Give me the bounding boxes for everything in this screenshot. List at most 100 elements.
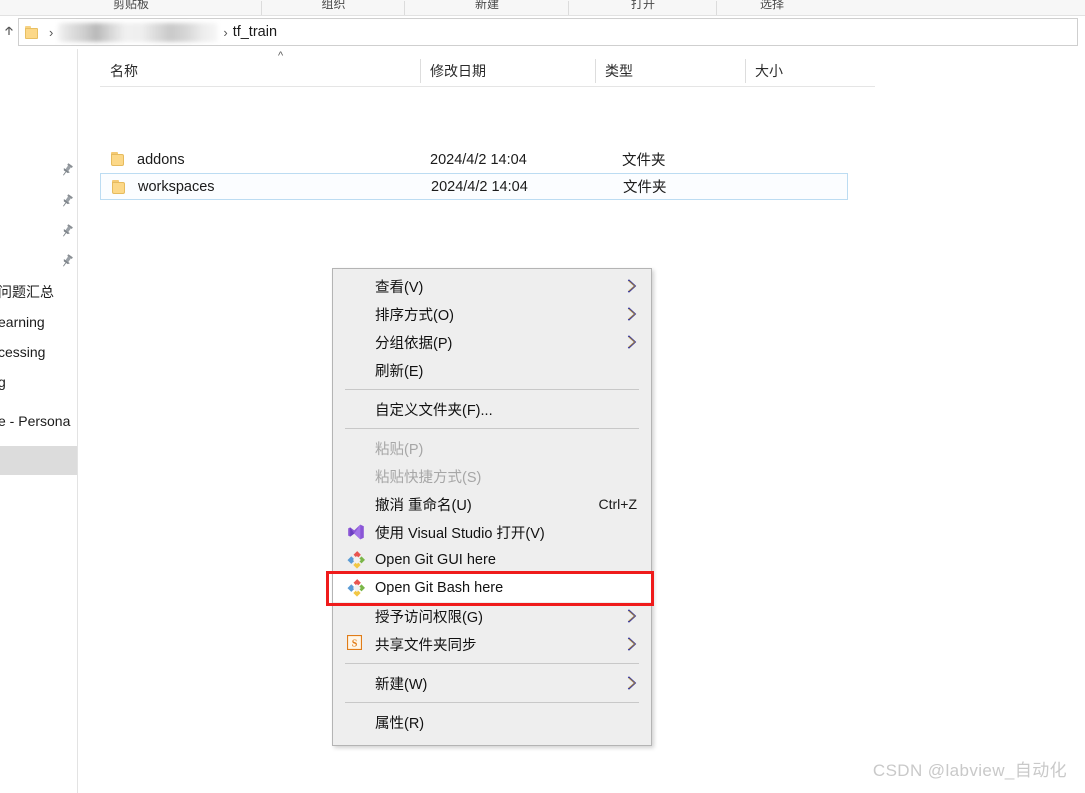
file-type-cell: 文件夹 bbox=[622, 153, 666, 169]
pin-icon-1[interactable] bbox=[59, 162, 75, 178]
context-menu[interactable]: 查看(V) 排序方式(O) 分组依据(P) 刷新(E) 自定义文件夹(F)... 粘贴(P… bbox=[326, 268, 654, 746]
navigation-pane: 问题汇总 earning cessing g e - Persona bbox=[0, 49, 78, 793]
column-divider[interactable] bbox=[595, 59, 596, 83]
file-date-cell: 2024/4/2 14:04 bbox=[430, 151, 527, 168]
menu-item-排序方式-o[interactable]: 排序方式(O) bbox=[333, 300, 651, 328]
menu-item-label: 共享文件夹同步 bbox=[375, 637, 477, 654]
breadcrumb-separator-1: › bbox=[49, 24, 54, 40]
ribbon-group-4[interactable]: 打开 bbox=[569, 0, 717, 15]
ribbon-group-1[interactable]: 剪贴板 bbox=[0, 0, 262, 15]
breadcrumb[interactable]: › › tf_train bbox=[18, 18, 1078, 46]
nav-selected-block bbox=[0, 446, 77, 475]
chevron-right-icon bbox=[627, 279, 637, 293]
menu-item-刷新-e[interactable]: 刷新(E) bbox=[333, 356, 651, 384]
breadcrumb-separator-2: › bbox=[223, 24, 228, 40]
chevron-right-icon bbox=[627, 637, 637, 651]
column-header-3[interactable]: 类型 bbox=[595, 55, 745, 87]
up-arrow-icon[interactable] bbox=[0, 25, 18, 40]
menu-separator bbox=[345, 428, 639, 429]
chevron-right-icon bbox=[627, 676, 637, 690]
ribbon-group-5[interactable]: 选择 bbox=[717, 0, 827, 15]
visual-studio-icon bbox=[347, 523, 365, 541]
pin-icon-2[interactable] bbox=[59, 193, 75, 209]
column-divider[interactable] bbox=[745, 59, 746, 83]
menu-item-粘贴快捷方式-s: 粘贴快捷方式(S) bbox=[333, 462, 651, 490]
ribbon-group-3[interactable]: 新建 bbox=[405, 0, 569, 15]
breadcrumb-current-folder[interactable]: tf_train bbox=[233, 24, 277, 40]
folder-icon bbox=[25, 25, 40, 39]
file-date-cell: 2024/4/2 14:04 bbox=[431, 178, 528, 195]
menu-item-查看-v[interactable]: 查看(V) bbox=[333, 272, 651, 300]
menu-item-label: 新建(W) bbox=[375, 676, 428, 693]
file-type-cell: 文件夹 bbox=[623, 180, 667, 196]
ribbon-group-label: 打开 bbox=[630, 0, 655, 11]
sidebar-item-label: 问题汇总 bbox=[0, 284, 54, 300]
menu-item-粘贴-p: 粘贴(P) bbox=[333, 434, 651, 462]
git-icon bbox=[347, 579, 365, 597]
menu-separator bbox=[345, 389, 639, 390]
column-header-row: ^ 名称 修改日期 类型 大小 bbox=[100, 50, 875, 87]
sidebar-item-4[interactable]: g bbox=[0, 370, 77, 394]
menu-item-分组依据-p[interactable]: 分组依据(P) bbox=[333, 328, 651, 356]
ribbon-group-label: 新建 bbox=[474, 0, 499, 11]
menu-item-label: 粘贴快捷方式(S) bbox=[375, 469, 482, 486]
watermark-text: CSDN @labview_自动化 bbox=[872, 761, 1067, 780]
menu-item-属性-r[interactable]: 属性(R) bbox=[333, 708, 651, 736]
column-header-2[interactable]: 修改日期 bbox=[420, 55, 595, 87]
table-row[interactable]: addons 2024/4/2 14:04 文件夹 bbox=[100, 146, 848, 173]
menu-item-共享文件夹同步[interactable]: S 共享文件夹同步 bbox=[333, 630, 651, 658]
column-header-1[interactable]: 名称 bbox=[100, 55, 420, 87]
breadcrumb-redacted-path[interactable] bbox=[58, 22, 219, 42]
address-bar: › › tf_train bbox=[0, 16, 1085, 49]
folder-icon bbox=[111, 180, 127, 194]
menu-separator bbox=[345, 663, 639, 664]
menu-item-shortcut: Ctrl+Z bbox=[598, 496, 638, 512]
menu-item-自定义文件夹-f[interactable]: 自定义文件夹(F)... bbox=[333, 395, 651, 423]
menu-item-label: 属性(R) bbox=[375, 715, 425, 732]
column-header-4[interactable]: 大小 bbox=[745, 55, 875, 87]
sidebar-item-label: g bbox=[0, 374, 6, 390]
chevron-right-icon bbox=[627, 307, 637, 321]
pin-icon-3[interactable] bbox=[59, 223, 75, 239]
menu-item-label: 排序方式(O) bbox=[375, 307, 454, 324]
chevron-right-icon bbox=[627, 335, 637, 349]
column-divider[interactable] bbox=[420, 59, 421, 83]
column-header-label: 修改日期 bbox=[430, 63, 486, 79]
git-icon bbox=[347, 551, 365, 569]
menu-item-撤消-重命名-u[interactable]: 撤消 重命名(U) Ctrl+Z bbox=[333, 490, 651, 518]
menu-item-label: Open Git GUI here bbox=[375, 552, 496, 568]
menu-item-label: 撤消 重命名(U) bbox=[375, 497, 472, 514]
sidebar-item-label: earning bbox=[0, 314, 45, 330]
ribbon-group-label: 选择 bbox=[759, 0, 784, 11]
file-explorer-window: 剪贴板 组织 新建 打开 选择 › › tf_train 问题汇总 earning cess… bbox=[0, 0, 1085, 793]
file-name-cell: workspaces bbox=[138, 178, 215, 195]
menu-item-授予访问权限-g[interactable]: 授予访问权限(G) bbox=[333, 602, 651, 630]
table-row[interactable]: workspaces 2024/4/2 14:04 文件夹 bbox=[100, 173, 848, 200]
sidebar-item-1[interactable]: 问题汇总 bbox=[0, 280, 77, 304]
ribbon-group-label: 组织 bbox=[321, 0, 346, 11]
ribbon-group-label: 剪贴板 bbox=[112, 0, 149, 11]
menu-item-label: 粘贴(P) bbox=[375, 441, 424, 458]
chevron-right-icon bbox=[627, 609, 637, 623]
menu-item-label: 刷新(E) bbox=[375, 363, 424, 380]
sidebar-item-5[interactable]: e - Persona bbox=[0, 409, 77, 433]
ribbon-group-2[interactable]: 组织 bbox=[262, 0, 405, 15]
menu-item-open-git-gui-here[interactable]: Open Git GUI here bbox=[333, 546, 651, 574]
sidebar-item-3[interactable]: cessing bbox=[0, 340, 77, 364]
svg-text:S: S bbox=[352, 638, 358, 649]
menu-item-label: 使用 Visual Studio 打开(V) bbox=[375, 525, 545, 542]
column-header-label: 名称 bbox=[110, 63, 138, 79]
file-name-cell: addons bbox=[137, 151, 185, 168]
sidebar-item-label: e - Persona bbox=[0, 413, 71, 429]
column-header-label: 大小 bbox=[755, 63, 783, 79]
sync-share-icon: S bbox=[347, 635, 365, 653]
menu-item-open-git-bash-here[interactable]: Open Git Bash here bbox=[326, 571, 654, 606]
ribbon-toolbar: 剪贴板 组织 新建 打开 选择 bbox=[0, 0, 1085, 16]
sidebar-item-label: cessing bbox=[0, 344, 46, 360]
menu-item-使用-visual-studio-打开-v[interactable]: 使用 Visual Studio 打开(V) bbox=[333, 518, 651, 546]
pin-icon-4[interactable] bbox=[59, 253, 75, 269]
menu-item-新建-w[interactable]: 新建(W) bbox=[333, 669, 651, 697]
menu-item-label: 查看(V) bbox=[375, 279, 424, 296]
folder-icon bbox=[110, 152, 126, 166]
sidebar-item-2[interactable]: earning bbox=[0, 310, 77, 334]
